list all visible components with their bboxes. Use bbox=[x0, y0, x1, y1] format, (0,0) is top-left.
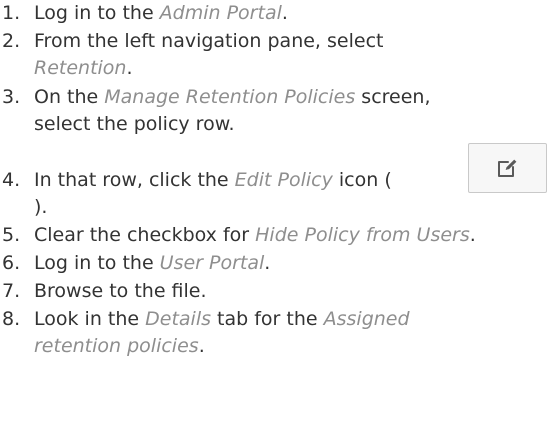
step-text: Clear the checkbox for bbox=[34, 224, 256, 246]
step-2: 2. From the left navigation pane, select bbox=[0, 28, 383, 55]
step-number: 2. bbox=[2, 30, 21, 52]
step-7: 7. Browse to the file. bbox=[0, 278, 207, 305]
step-4: 4. In that row, click the Edit Policy ico… bbox=[0, 167, 392, 194]
hide-policy-from-users-term: Hide Policy from Users bbox=[255, 224, 470, 246]
assigned-term: Assigned bbox=[323, 308, 410, 330]
step-number: 3. bbox=[2, 86, 21, 108]
step-text: icon ( bbox=[332, 169, 392, 191]
step-text: screen, bbox=[355, 86, 431, 108]
punctuation: . bbox=[469, 224, 476, 246]
step-1: 1. Log in to the Admin Portal. bbox=[0, 0, 288, 27]
step-text: select the policy row. bbox=[34, 113, 235, 135]
step-text: Log in to the bbox=[34, 2, 160, 24]
punctuation: . bbox=[198, 335, 205, 357]
edit-policy-icon-image bbox=[468, 143, 547, 193]
step-6: 6. Log in to the User Portal. bbox=[0, 250, 270, 277]
step-8: 8. Look in the Details tab for the Assign… bbox=[0, 306, 410, 333]
step-8-continued: retention policies. bbox=[0, 333, 205, 360]
punctuation: . bbox=[281, 2, 288, 24]
step-number: 6. bbox=[2, 252, 21, 274]
step-number: 8. bbox=[2, 308, 21, 330]
punctuation: . bbox=[126, 57, 133, 79]
step-3-continued: select the policy row. bbox=[0, 111, 235, 138]
instructions-list: 1. Log in to the Admin Portal. 2. From the… bbox=[0, 0, 551, 426]
step-text: In that row, click the bbox=[34, 169, 235, 191]
details-tab-term: Details bbox=[145, 308, 211, 330]
step-text: Log in to the bbox=[34, 252, 160, 274]
step-text: On the bbox=[34, 86, 105, 108]
step-text: Look in the bbox=[34, 308, 146, 330]
step-2-continued: Retention. bbox=[0, 55, 133, 82]
edit-icon bbox=[497, 159, 516, 177]
step-text: tab for the bbox=[211, 308, 324, 330]
manage-retention-policies-term: Manage Retention Policies bbox=[104, 86, 356, 108]
step-number: 7. bbox=[2, 280, 21, 302]
retention-policies-term: retention policies bbox=[34, 335, 199, 357]
punctuation: . bbox=[264, 252, 271, 274]
edit-policy-term: Edit Policy bbox=[234, 169, 333, 191]
step-text: From the left navigation pane, select bbox=[34, 30, 384, 52]
admin-portal-term: Admin Portal bbox=[159, 2, 282, 24]
step-number: 5. bbox=[2, 224, 21, 246]
step-number: 1. bbox=[2, 2, 21, 24]
step-text: ). bbox=[34, 196, 48, 218]
step-4-continued: ). bbox=[0, 194, 47, 221]
step-number: 4. bbox=[2, 169, 21, 191]
retention-term: Retention bbox=[34, 57, 127, 79]
step-text: Browse to the file. bbox=[34, 280, 207, 302]
step-5: 5. Clear the checkbox for Hide Policy fro… bbox=[0, 222, 476, 249]
user-portal-term: User Portal bbox=[159, 252, 265, 274]
step-3: 3. On the Manage Retention Policies scree… bbox=[0, 84, 431, 111]
